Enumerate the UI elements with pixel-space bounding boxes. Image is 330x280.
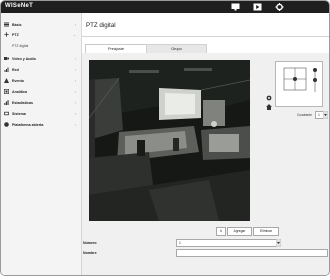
- ptz-joystick[interactable]: [276, 62, 322, 106]
- sidebar-item-open-platform[interactable]: Plataforma abierta ›: [4, 121, 78, 129]
- network-icon: [4, 67, 9, 72]
- ptz-icon: [4, 32, 9, 37]
- zoom-icon[interactable]: [266, 95, 272, 101]
- chevron-down-icon[interactable]: [276, 239, 281, 247]
- number-select[interactable]: 1: [176, 239, 280, 247]
- ptz-control-box: [275, 61, 323, 107]
- chevron-icon: ⌄: [72, 32, 76, 37]
- home-icon[interactable]: [266, 104, 272, 110]
- add-button[interactable]: Agregar: [227, 227, 252, 236]
- gear-icon[interactable]: [275, 3, 284, 11]
- name-input[interactable]: [176, 249, 328, 257]
- sidebar: Básic › PTZ ⌄ PTZ digital Vídeo y Audio …: [1, 13, 82, 275]
- sidebar-item-basic[interactable]: Básic ›: [4, 21, 78, 29]
- platform-icon: [4, 122, 9, 127]
- sidebar-item-system[interactable]: Sistema ›: [4, 110, 78, 118]
- browser-frame: WISeNeT Básic › PTZ ⌄ PTZ digital Vídeo …: [0, 0, 330, 276]
- chevron-icon: ›: [74, 100, 76, 105]
- chevron-icon: ›: [74, 111, 76, 116]
- sidebar-item-ptz[interactable]: PTZ ⌄: [4, 31, 78, 39]
- system-icon: [4, 111, 9, 116]
- top-bar: WISeNeT: [1, 1, 329, 13]
- sidebar-item-event[interactable]: Evento ›: [4, 77, 78, 85]
- delete-button[interactable]: Eliminar: [253, 227, 279, 236]
- chevron-icon: ›: [74, 67, 76, 72]
- sidebar-subitem-ptz-digital[interactable]: PTZ digital: [12, 44, 28, 48]
- page-title: PTZ digital: [86, 22, 116, 29]
- analytics-icon: [4, 89, 9, 94]
- sidebar-item-analytics[interactable]: Analítica ›: [4, 88, 78, 96]
- chevron-icon: ›: [74, 22, 76, 27]
- sidebar-item-statistics[interactable]: Estadísticas ›: [4, 99, 78, 107]
- title-divider: [82, 36, 329, 37]
- sidebar-item-network[interactable]: Red ›: [4, 66, 78, 74]
- chevron-icon: ›: [74, 56, 76, 61]
- monitor-icon[interactable]: [231, 3, 240, 11]
- playback-icon[interactable]: [253, 3, 262, 11]
- chevron-down-icon[interactable]: [323, 111, 328, 119]
- chevron-icon: ›: [74, 89, 76, 94]
- main-content: PTZ digital Preajuste Grupo Cuadrante 1 …: [82, 13, 329, 275]
- name-label: Nombre: [83, 251, 97, 255]
- go-button[interactable]: Ir: [216, 227, 226, 236]
- brand-logo: WISeNeT: [5, 3, 34, 9]
- camera-video-view[interactable]: [89, 60, 250, 221]
- stats-icon: [4, 100, 9, 105]
- grid-icon: [4, 22, 9, 27]
- camera-image: [89, 60, 250, 221]
- chevron-icon: ›: [74, 78, 76, 83]
- video-icon: [4, 57, 9, 60]
- chevron-icon: ›: [74, 122, 76, 127]
- sidebar-item-video-audio[interactable]: Vídeo y Audio ›: [4, 55, 78, 63]
- event-icon: [4, 78, 9, 83]
- speed-label: Cuadrante: [297, 113, 312, 117]
- number-label: Número: [83, 241, 97, 245]
